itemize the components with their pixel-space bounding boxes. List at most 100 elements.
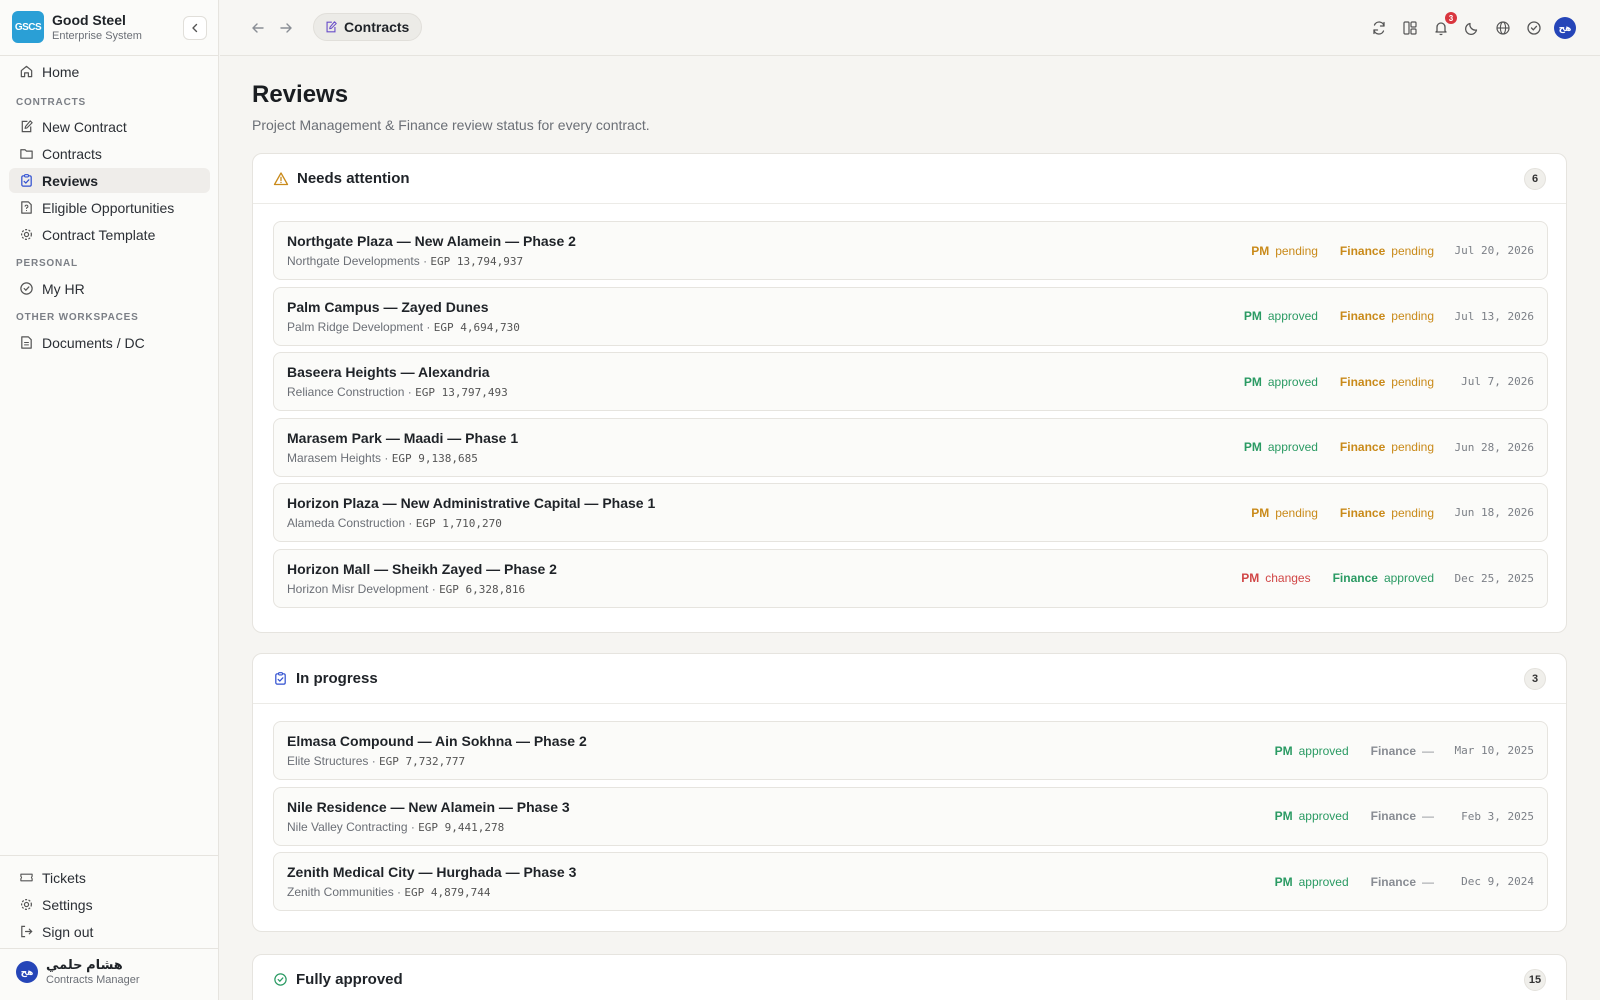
review-date: Jul 20, 2026 [1454, 244, 1534, 257]
sidebar-item-documents[interactable]: Documents / DC [9, 330, 210, 355]
section-label-personal: PERSONAL [16, 258, 78, 269]
theme-toggle[interactable] [1461, 17, 1483, 39]
review-statuses: PM changes Finance approved Dec 25, 2025 [1219, 550, 1534, 607]
sidebar-item-reviews[interactable]: Reviews [9, 168, 210, 193]
avatar: هح [16, 961, 38, 983]
review-statuses: PM approved Finance — Dec 9, 2024 [1253, 853, 1534, 910]
apps-button[interactable] [1399, 17, 1421, 39]
finance-label: Finance [1370, 743, 1416, 758]
breadcrumb-label: Contracts [344, 19, 410, 35]
contract-amount: EGP 9,441,278 [418, 820, 505, 834]
section-label-contracts: CONTRACTS [16, 97, 86, 108]
brand[interactable]: GSCS Good Steel Enterprise System [12, 11, 142, 43]
pm-status-value: approved [1267, 309, 1318, 323]
table-row[interactable]: Elmasa Compound — Ain Sokhna — Phase 2 E… [273, 721, 1548, 780]
company-name: Horizon Misr Development · [287, 581, 436, 596]
sidebar-item-tickets[interactable]: Tickets [9, 865, 210, 890]
in-progress-section: In progress 3 Elmasa Compound — Ain Sokh… [252, 653, 1567, 932]
section-header[interactable]: Needs attention 6 [253, 154, 1566, 204]
breadcrumb[interactable]: Contracts [313, 13, 423, 41]
refresh-button[interactable] [1368, 17, 1390, 39]
collapse-sidebar-button[interactable] [183, 16, 207, 40]
table-row[interactable]: Zenith Medical City — Hurghada — Phase 3… [273, 852, 1548, 911]
sidebar-item-label: Contract Template [42, 226, 156, 243]
finance-label: Finance [1370, 809, 1416, 823]
pm-status: PM pending [1251, 506, 1318, 520]
main-content: Reviews Project Management & Finance rev… [220, 57, 1600, 1000]
sidebar-item-label: New Contract [42, 118, 127, 135]
sidebar-item-label: Eligible Opportunities [42, 199, 175, 216]
pm-status: PM approved [1275, 744, 1349, 758]
edit-document-icon [324, 20, 338, 34]
contract-title: Nile Residence — New Alamein — Phase 3 [287, 798, 570, 815]
contract-meta: Marasem Heights · EGP 9,138,685 [287, 451, 478, 465]
tasks-button[interactable] [1523, 17, 1545, 39]
contract-title: Horizon Plaza — New Administrative Capit… [287, 495, 656, 511]
page-subtitle: Project Management & Finance review stat… [252, 117, 650, 133]
contract-meta: Palm Ridge Development · EGP 4,694,730 [287, 320, 520, 334]
table-row[interactable]: Nile Residence — New Alamein — Phase 3 N… [273, 786, 1548, 846]
contract-meta: Alameda Construction · EGP 1,710,270 [287, 516, 502, 530]
finance-status: Finance — [1371, 809, 1434, 823]
back-button[interactable] [248, 18, 268, 38]
contract-amount: EGP 4,694,730 [433, 320, 520, 334]
sidebar-item-settings[interactable]: Settings [9, 892, 210, 917]
topbar: Contracts 3 هح [220, 0, 1600, 56]
review-statuses: PM approved Finance pending Jun 28, 2026 [1222, 419, 1534, 476]
sidebar-item-new-contract[interactable]: New Contract [9, 114, 210, 139]
sidebar-item-label: Contracts [42, 145, 102, 162]
table-row[interactable]: Palm Campus — Zayed Dunes Palm Ridge Dev… [273, 286, 1548, 346]
table-row[interactable]: Baseera Heights — Alexandria Reliance Co… [273, 352, 1548, 411]
contract-meta: Nile Valley Contracting · EGP 9,441,278 [287, 820, 504, 834]
company-name: Palm Ridge Development · [287, 319, 431, 334]
table-row[interactable]: Marasem Park — Maadi — Phase 1 Marasem H… [273, 417, 1548, 477]
finance-status-value: — [1422, 743, 1434, 758]
finance-label: Finance [1339, 505, 1386, 520]
notifications-button[interactable]: 3 [1430, 12, 1457, 39]
section-header[interactable]: In progress 3 [253, 654, 1566, 704]
sidebar-item-contract-template[interactable]: Contract Template [9, 222, 210, 247]
clipboard-check-icon [273, 671, 288, 686]
folder-icon [18, 146, 34, 162]
sidebar-item-home[interactable]: Home [9, 59, 210, 84]
sidebar-item-sign-out[interactable]: Sign out [9, 919, 210, 944]
language-button[interactable] [1492, 17, 1514, 39]
review-date: Jul 13, 2026 [1454, 309, 1534, 323]
notification-badge: 3 [1445, 12, 1457, 24]
section-header[interactable]: Fully approved 15 [253, 955, 1566, 1000]
pm-status-value: pending [1275, 243, 1318, 258]
pm-status: PM approved [1275, 875, 1349, 889]
sidebar-item-label: Settings [42, 896, 93, 913]
pm-status: PM approved [1244, 440, 1318, 454]
arrow-left-icon [252, 23, 264, 33]
table-row[interactable]: Horizon Plaza — New Administrative Capit… [273, 483, 1548, 542]
contract-meta: Zenith Communities · EGP 4,879,744 [287, 885, 490, 899]
finance-status: Finance — [1371, 875, 1434, 889]
pm-label: PM [1274, 743, 1293, 758]
company-name: Alameda Construction · [287, 516, 413, 530]
sidebar-item-eligible-opportunities[interactable]: Eligible Opportunities [9, 195, 210, 220]
sidebar-item-contracts[interactable]: Contracts [9, 141, 210, 166]
section-title: In progress [296, 670, 378, 687]
sidebar-item-my-hr[interactable]: My HR [9, 276, 210, 301]
pm-label: PM [1243, 374, 1262, 389]
finance-status-value: pending [1391, 374, 1434, 389]
avatar[interactable]: هح [1554, 17, 1576, 39]
table-row[interactable]: Northgate Plaza — New Alamein — Phase 2 … [273, 221, 1548, 280]
home-icon [18, 64, 34, 80]
company-name: Reliance Construction · [287, 385, 412, 399]
finance-label: Finance [1332, 571, 1378, 585]
finance-label: Finance [1339, 309, 1386, 323]
table-row[interactable]: Horizon Mall — Sheikh Zayed — Phase 2 Ho… [273, 548, 1548, 608]
moon-icon [1464, 22, 1478, 36]
company-name: Marasem Heights · [287, 450, 389, 465]
check-circle-icon [1527, 21, 1541, 35]
pm-status-value: approved [1298, 743, 1349, 758]
contract-title: Zenith Medical City — Hurghada — Phase 3 [287, 864, 577, 880]
review-date: Feb 3, 2025 [1461, 809, 1534, 823]
logout-icon [18, 924, 34, 940]
forward-button[interactable] [276, 18, 296, 38]
contract-meta: Horizon Misr Development · EGP 6,328,816 [287, 582, 525, 596]
user-profile[interactable]: هح هشام حلمي Contracts Manager [16, 957, 140, 987]
count-badge: 6 [1524, 168, 1546, 190]
